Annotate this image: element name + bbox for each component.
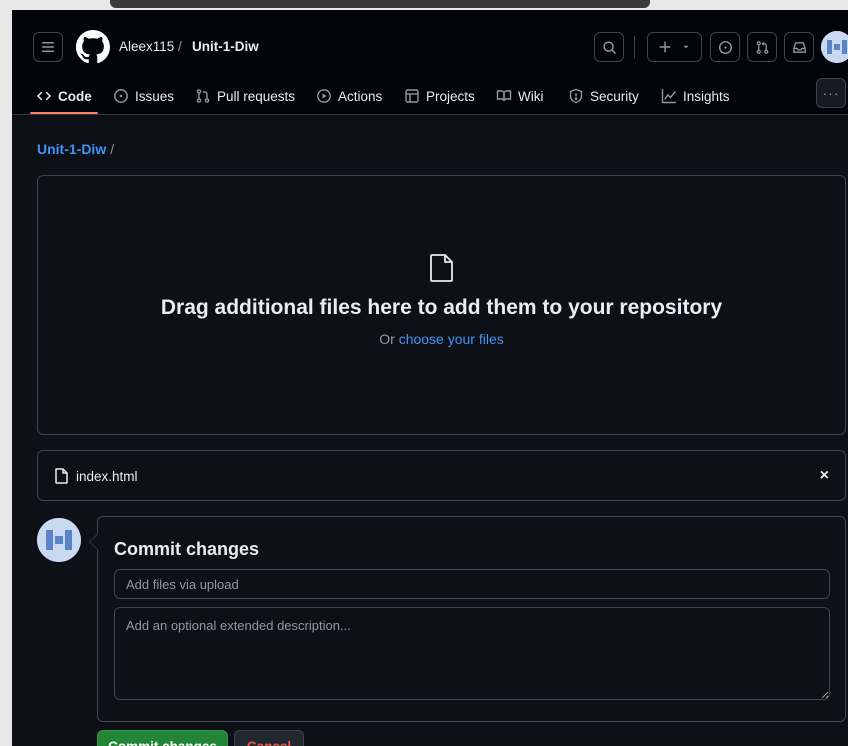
tab-projects-label: Projects — [426, 88, 475, 104]
tab-wiki[interactable]: Wiki — [496, 78, 544, 114]
file-icon — [55, 468, 68, 484]
path-breadcrumb: Unit-1-Diw / — [37, 141, 114, 157]
tab-projects[interactable]: Projects — [404, 78, 475, 114]
tab-insights-label: Insights — [683, 88, 730, 104]
code-icon — [36, 91, 52, 101]
file-icon — [430, 254, 453, 282]
dropzone-subtitle: Or choose your files — [38, 331, 845, 347]
commit-form: Commit changes — [89, 516, 846, 722]
tab-code[interactable]: Code — [36, 78, 92, 114]
table-icon — [405, 89, 419, 103]
hamburger-icon — [42, 42, 54, 52]
dropzone-title: Drag additional files here to add them t… — [160, 296, 723, 319]
shield-icon — [569, 88, 583, 104]
user-avatar[interactable] — [821, 31, 848, 63]
plus-icon — [659, 41, 671, 53]
issue-icon — [114, 89, 128, 103]
tab-actions-label: Actions — [338, 88, 383, 104]
tab-security[interactable]: Security — [568, 78, 639, 114]
breadcrumb-separator: / — [178, 39, 182, 54]
tab-pull-requests[interactable]: Pull requests — [195, 78, 295, 114]
more-options-button[interactable]: ··· — [816, 78, 846, 108]
issues-button[interactable] — [710, 32, 740, 62]
tab-wiki-label: Wiki — [518, 88, 544, 104]
cancel-button[interactable]: Cancel — [234, 730, 304, 746]
window-left-edge — [0, 10, 12, 746]
tab-pull-requests-label: Pull requests — [217, 88, 296, 104]
issue-icon — [718, 40, 732, 54]
commit-description-input[interactable] — [114, 607, 830, 700]
identicon-icon — [37, 518, 81, 562]
tab-code-label: Code — [58, 88, 92, 104]
breadcrumb-slash: / — [110, 141, 115, 157]
commit-title: Commit changes — [114, 539, 260, 559]
chevron-down-icon — [683, 45, 689, 49]
commit-author-avatar — [37, 518, 81, 562]
commit-summary-input[interactable] — [114, 569, 830, 599]
breadcrumb-owner-link[interactable]: Aleex115 — [119, 39, 174, 54]
dropzone-sub-prefix: Or — [379, 331, 399, 347]
search-button[interactable] — [594, 32, 624, 62]
uploaded-file-row: index.html × — [37, 450, 846, 501]
tab-issues[interactable]: Issues — [113, 78, 174, 114]
active-tab-underline — [30, 112, 98, 114]
header-divider — [634, 36, 635, 58]
tab-security-label: Security — [590, 88, 639, 104]
book-icon — [496, 90, 512, 102]
file-name: index.html — [76, 469, 138, 484]
search-icon — [602, 40, 616, 54]
remove-file-button[interactable]: × — [820, 467, 829, 485]
identicon-icon — [821, 31, 848, 63]
breadcrumb-root-link[interactable]: Unit-1-Diw — [37, 141, 106, 157]
window-top-edge — [0, 0, 848, 10]
menu-button[interactable] — [33, 32, 63, 62]
app-header: Aleex115 / Unit-1-Diw Code Issues Pull r… — [12, 10, 848, 115]
file-dropzone[interactable]: Drag additional files here to add them t… — [37, 175, 846, 435]
inbox-button[interactable] — [784, 32, 814, 62]
inbox-icon — [792, 41, 806, 53]
github-logo-icon[interactable] — [76, 30, 110, 64]
commit-changes-button[interactable]: Commit changes — [97, 730, 228, 746]
create-new-button[interactable] — [647, 32, 702, 62]
pull-requests-button[interactable] — [747, 32, 777, 62]
github-upload-page: Aleex115 / Unit-1-Diw Code Issues Pull r… — [12, 10, 848, 746]
pull-request-icon — [756, 40, 768, 54]
choose-files-link[interactable]: choose your files — [399, 331, 504, 347]
tab-actions[interactable]: Actions — [316, 78, 382, 114]
play-icon — [317, 89, 331, 103]
tab-issues-label: Issues — [135, 88, 175, 104]
tab-insights[interactable]: Insights — [661, 78, 730, 114]
repo-nav: Code Issues Pull requests Actions Projec… — [12, 78, 848, 115]
breadcrumb-repo-link[interactable]: Unit-1-Diw — [192, 39, 259, 54]
graph-icon — [661, 88, 677, 104]
pull-request-icon — [196, 89, 210, 103]
